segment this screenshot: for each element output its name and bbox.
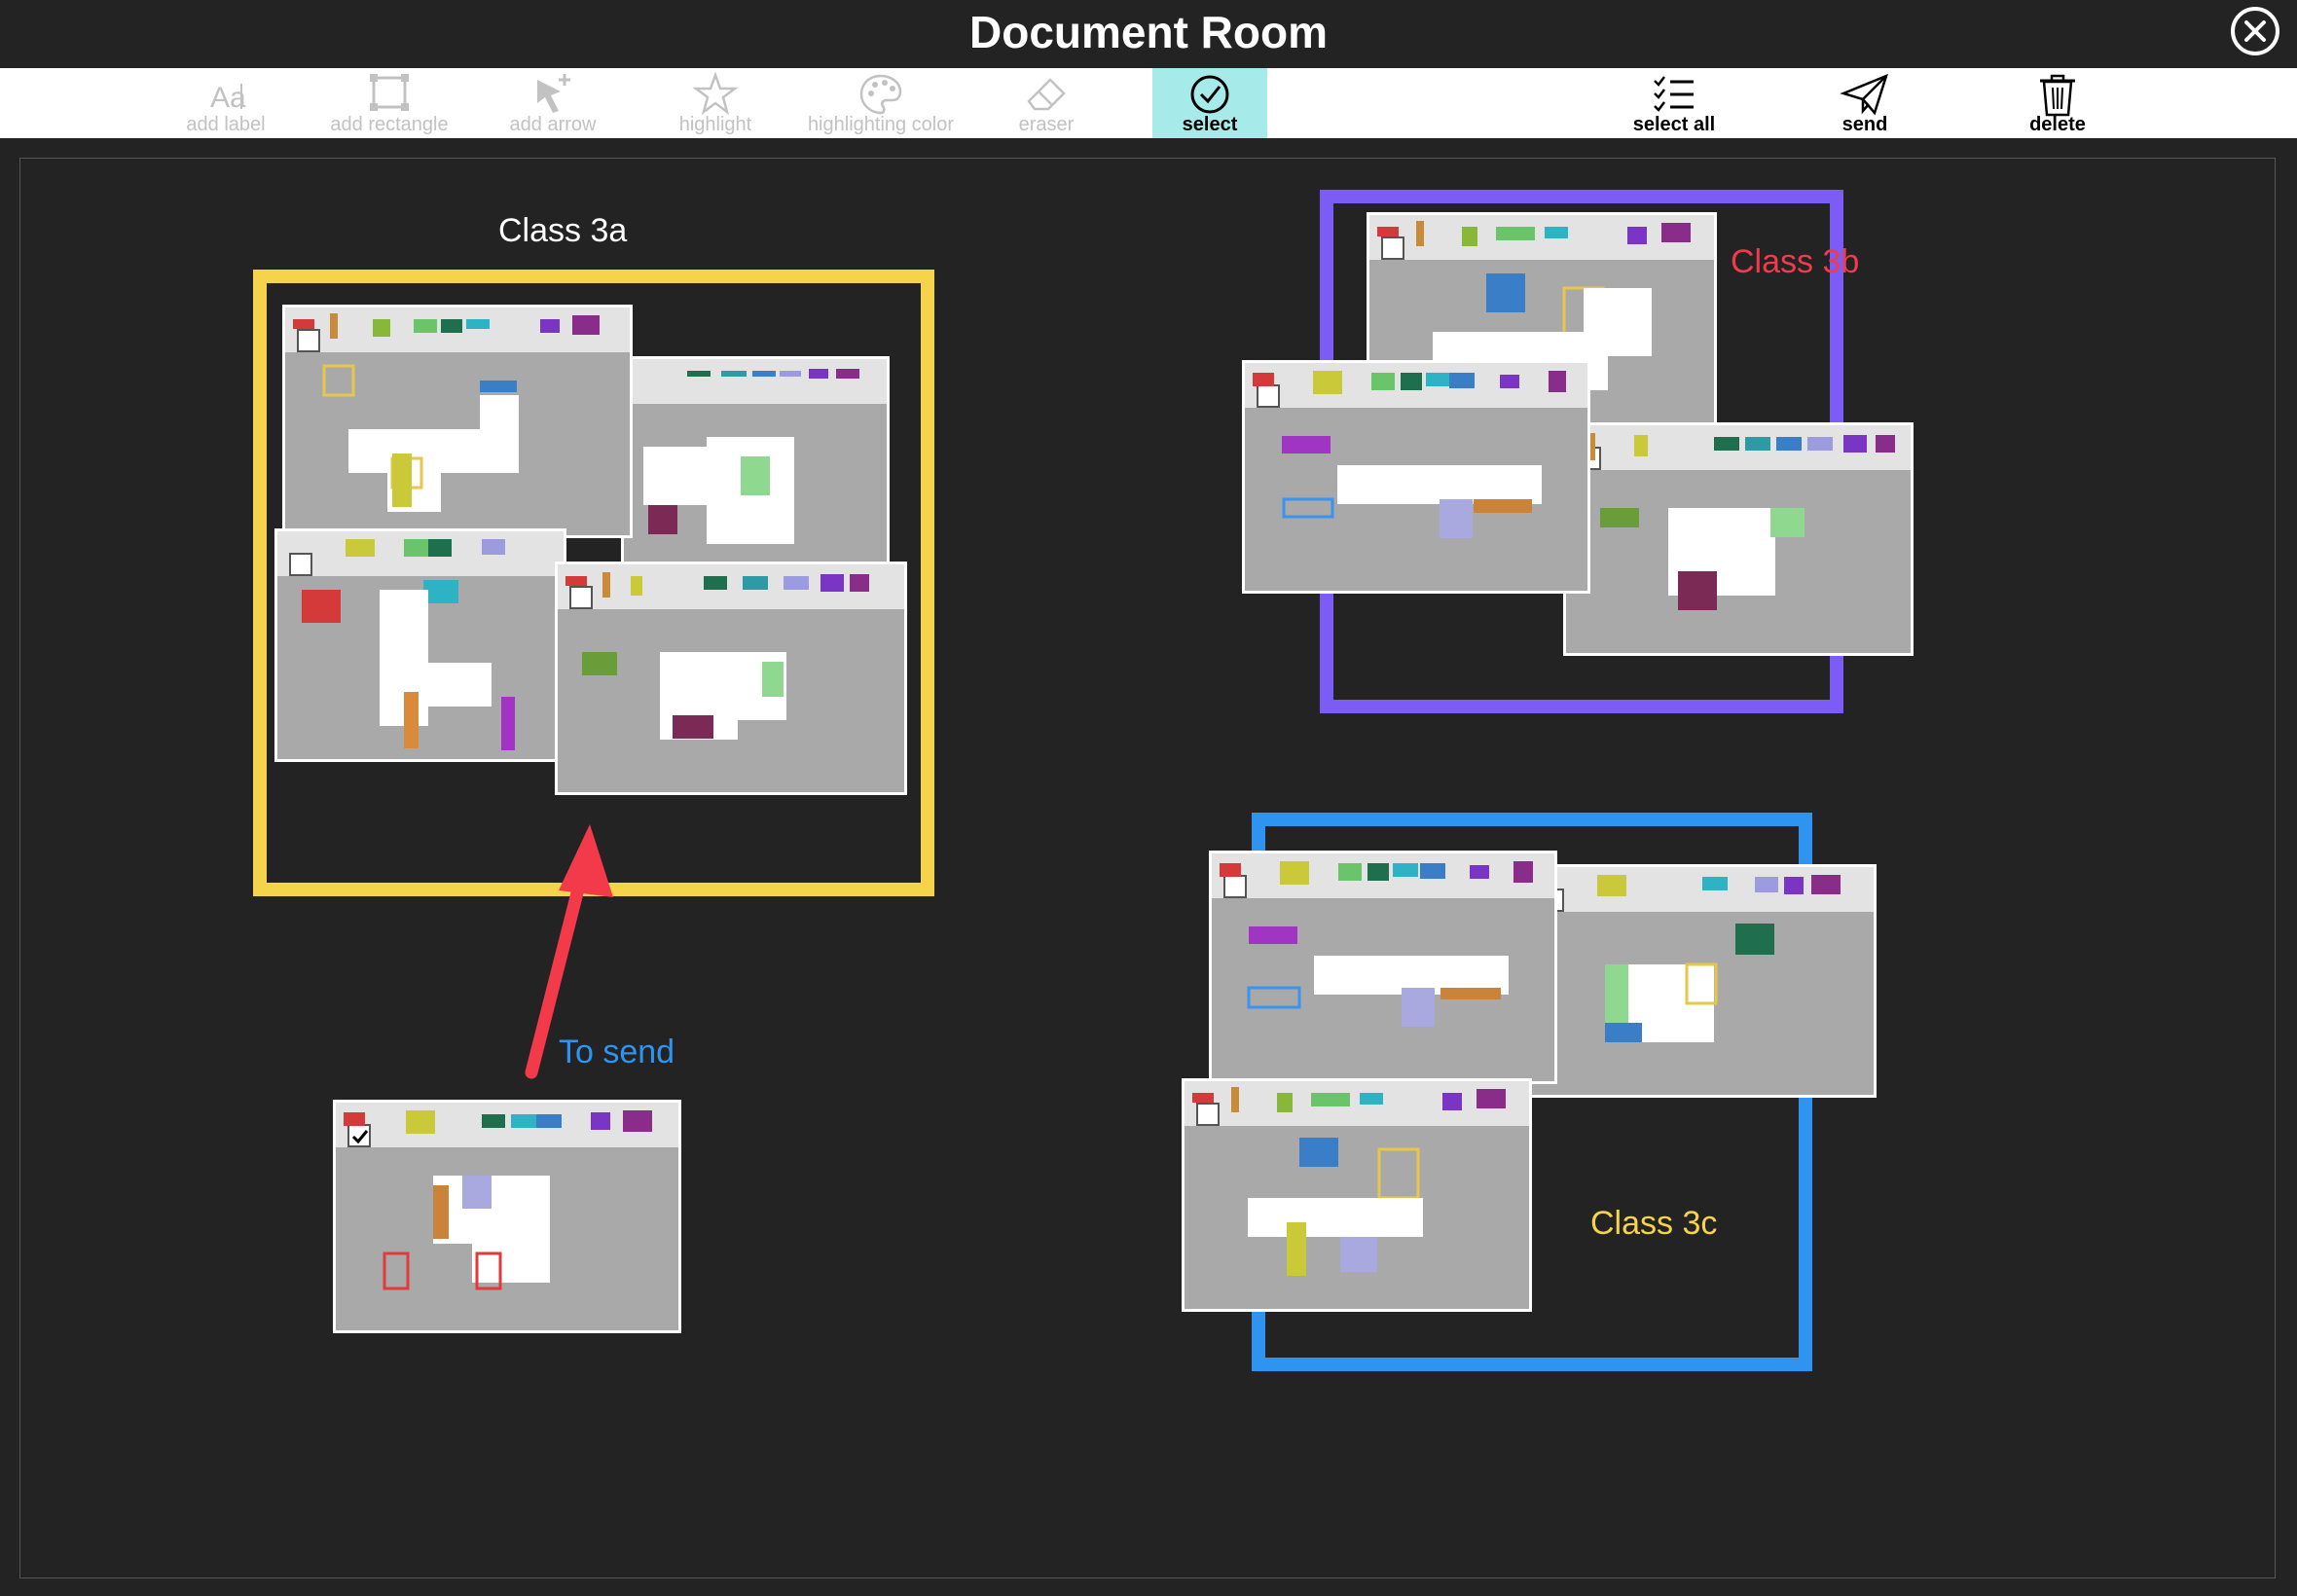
select-text: select [1182, 114, 1238, 135]
puzzle-image [1253, 371, 1566, 538]
eraser-text: eraser [1018, 114, 1075, 135]
add-label-button[interactable]: Aa add label [167, 68, 284, 138]
highlighting-color-text: highlighting color [807, 114, 955, 135]
puzzle-image [293, 313, 600, 512]
puzzle-image [1220, 861, 1533, 1027]
selected-document-thumbnail[interactable] [333, 1100, 681, 1333]
add-label-text: add label [186, 114, 266, 135]
select-all-text: select all [1632, 114, 1716, 135]
puzzle-image [1586, 433, 1895, 610]
eraser-icon [1027, 78, 1066, 111]
checklist-icon [1654, 76, 1694, 112]
rectangle-icon [370, 74, 409, 111]
puzzle-image [344, 1110, 652, 1290]
send-text: send [1841, 114, 1888, 135]
add-rectangle-text: add rectangle [330, 114, 449, 135]
highlight-button[interactable]: highlight [662, 68, 769, 138]
title-bar: Document Room [0, 0, 2297, 68]
highlight-text: highlight [678, 114, 752, 135]
window-title: Document Room [969, 7, 1328, 57]
document-thumbnail[interactable] [1242, 360, 1590, 594]
trash-icon [2040, 74, 2075, 117]
check-circle-icon [1190, 75, 1229, 114]
toolbar: Aa add label add rectangle add arrow hig… [0, 68, 2297, 138]
group-label-class-3b[interactable]: Class 3b [1731, 243, 1859, 281]
puzzle-image [1192, 1087, 1506, 1276]
select-all-button[interactable]: select all [1616, 68, 1732, 138]
text-label-icon: Aa [210, 82, 246, 114]
puzzle-image [643, 369, 859, 544]
add-arrow-text: add arrow [509, 114, 597, 135]
document-thumbnail[interactable] [621, 356, 890, 590]
puzzle-image [1597, 875, 1841, 1042]
document-thumbnail[interactable] [1182, 1078, 1532, 1312]
eraser-button[interactable]: eraser [993, 68, 1100, 138]
puzzle-image [565, 572, 869, 740]
document-thumbnail[interactable] [1563, 422, 1914, 656]
palette-icon [859, 74, 902, 115]
red-arrow-annotation[interactable] [506, 817, 623, 1080]
send-button[interactable]: send [1816, 68, 1914, 138]
delete-text: delete [2029, 114, 2086, 135]
paper-plane-icon [1840, 73, 1888, 116]
document-thumbnail[interactable] [282, 305, 633, 538]
close-button[interactable] [2231, 7, 2279, 55]
select-button[interactable]: select [1152, 68, 1267, 138]
group-label-class-3a[interactable]: Class 3a [498, 212, 627, 250]
puzzle-image [302, 539, 515, 750]
group-label-class-3c[interactable]: Class 3c [1590, 1205, 1717, 1243]
add-arrow-button[interactable]: add arrow [494, 68, 611, 138]
star-icon [692, 72, 739, 116]
add-rectangle-button[interactable]: add rectangle [311, 68, 467, 138]
highlighting-color-button[interactable]: highlighting color [788, 68, 973, 138]
document-thumbnail[interactable] [1209, 851, 1557, 1084]
document-thumbnail[interactable] [555, 562, 907, 795]
delete-button[interactable]: delete [2009, 68, 2106, 138]
close-icon [2244, 20, 2266, 42]
document-thumbnail[interactable] [274, 528, 566, 762]
document-thumbnail[interactable] [1526, 864, 1877, 1098]
arrow-cursor-icon [537, 74, 570, 113]
